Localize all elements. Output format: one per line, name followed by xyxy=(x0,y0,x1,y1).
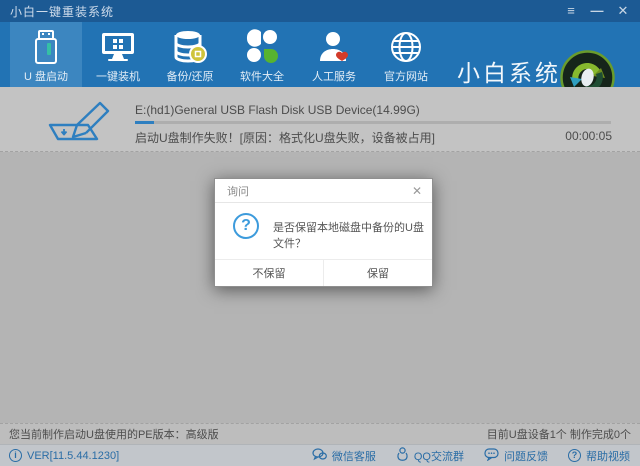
usb-icon xyxy=(27,29,65,65)
confirm-dialog: 询问 ✕ ? 是否保留本地磁盘中备份的U盘文件？ 不保留 保留 xyxy=(214,178,433,287)
nav-items: U 盘启动 一键装机 xyxy=(10,22,442,87)
footer-bar: i VER[11.5.44.1230] 微信客服 QQ交流群 xyxy=(0,444,640,466)
info-icon: i xyxy=(9,449,22,462)
nav-item-support[interactable]: 人工服务 xyxy=(298,22,370,87)
window-controls: ≡ — ✕ xyxy=(564,0,640,22)
footer-links: 微信客服 QQ交流群 问题反馈 xyxy=(312,447,630,464)
nav-label: 备份/还原 xyxy=(166,68,213,84)
brand-name: 小白系统 xyxy=(457,54,557,88)
make-usb-icon xyxy=(42,100,114,147)
nav-label: 一键装机 xyxy=(96,68,140,84)
backup-restore-icon xyxy=(171,29,209,65)
device-count-text: 目前U盘设备1个 制作完成0个 xyxy=(487,426,631,442)
nav-item-website[interactable]: 官方网站 xyxy=(370,22,442,87)
footer-link-label: 问题反馈 xyxy=(504,448,548,464)
dialog-body: ? 是否保留本地磁盘中备份的U盘文件？ xyxy=(215,203,432,260)
title-bar: 小白一键重装系统 ≡ — ✕ xyxy=(0,0,640,22)
dialog-buttons: 不保留 保留 xyxy=(215,259,432,286)
progress-bar xyxy=(135,121,611,124)
feedback-icon xyxy=(484,448,499,464)
nav-label: 软件大全 xyxy=(240,68,284,84)
status-bar: 您当前制作启动U盘使用的PE版本：高级版 目前U盘设备1个 制作完成0个 xyxy=(0,423,640,444)
nav-label: U 盘启动 xyxy=(24,68,68,84)
elapsed-time: 00:00:05 xyxy=(565,129,612,143)
window-title: 小白一键重装系统 xyxy=(10,3,114,20)
help-video-link[interactable]: ? 帮助视频 xyxy=(568,448,630,464)
footer-link-label: 帮助视频 xyxy=(586,448,630,464)
close-icon[interactable]: ✕ xyxy=(616,0,630,22)
minimize-icon[interactable]: — xyxy=(590,0,604,22)
usb-device-label: E:(hd1)General USB Flash Disk USB Device… xyxy=(135,103,420,117)
dont-keep-button[interactable]: 不保留 xyxy=(215,260,324,286)
keep-button[interactable]: 保留 xyxy=(324,260,432,286)
footer-link-label: QQ交流群 xyxy=(414,448,464,464)
progress-fill xyxy=(135,121,154,124)
dialog-title: 询问 xyxy=(227,183,249,199)
qq-icon xyxy=(396,447,409,464)
help-icon: ? xyxy=(568,449,581,462)
nav-bar: U 盘启动 一键装机 xyxy=(0,22,640,87)
dialog-message: 是否保留本地磁盘中备份的U盘文件？ xyxy=(273,219,432,251)
dialog-close-icon[interactable]: ✕ xyxy=(412,184,422,198)
nav-label: 官方网站 xyxy=(384,68,428,84)
nav-label: 人工服务 xyxy=(312,68,356,84)
footer-link-label: 微信客服 xyxy=(332,448,376,464)
nav-item-usb-boot[interactable]: U 盘启动 xyxy=(10,22,82,87)
nav-item-backup-restore[interactable]: 备份/还原 xyxy=(154,22,226,87)
nav-item-software[interactable]: 软件大全 xyxy=(226,22,298,87)
website-icon xyxy=(387,29,425,65)
wechat-support-link[interactable]: 微信客服 xyxy=(312,448,376,464)
wechat-icon xyxy=(312,448,327,464)
nav-item-one-key-install[interactable]: 一键装机 xyxy=(82,22,154,87)
service-icon xyxy=(315,29,353,65)
dialog-header: 询问 ✕ xyxy=(215,179,432,203)
pe-version-text: 您当前制作启动U盘使用的PE版本：高级版 xyxy=(9,426,219,442)
version-block: i VER[11.5.44.1230] xyxy=(9,449,119,462)
menu-icon[interactable]: ≡ xyxy=(564,0,578,22)
question-icon: ? xyxy=(233,213,259,239)
qq-group-link[interactable]: QQ交流群 xyxy=(396,447,464,464)
computer-icon xyxy=(99,29,137,65)
task-status-text: 启动U盘制作失败！[原因：格式化U盘失败，设备被占用] xyxy=(135,129,435,146)
usb-task-panel: E:(hd1)General USB Flash Disk USB Device… xyxy=(0,87,640,152)
feedback-link[interactable]: 问题反馈 xyxy=(484,448,548,464)
version-text: VER[11.5.44.1230] xyxy=(27,450,119,462)
software-icon xyxy=(243,29,281,65)
